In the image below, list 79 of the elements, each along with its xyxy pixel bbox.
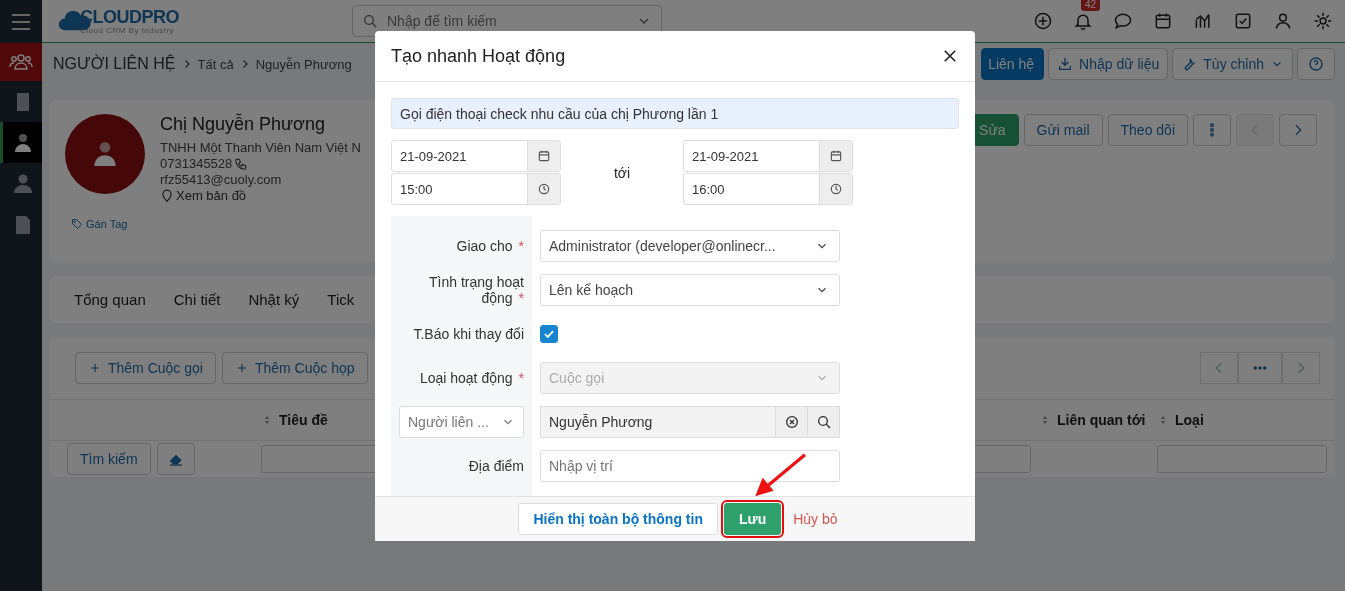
user-icon[interactable] xyxy=(1273,11,1293,31)
help-icon xyxy=(1308,56,1324,72)
save-button[interactable]: Lưu xyxy=(723,503,782,535)
notification-badge: 42 xyxy=(1081,0,1101,11)
email-address: rfz55413@cuoly.com xyxy=(160,172,283,187)
required-mark: * xyxy=(518,290,524,306)
calendar-icon xyxy=(829,149,843,163)
tab[interactable]: Chi tiết xyxy=(163,276,231,323)
calendar-icon xyxy=(537,149,551,163)
tab[interactable]: Tổng quan xyxy=(64,276,156,323)
field-label: Địa điểm xyxy=(468,458,524,474)
field-label: Tình trạng hoạt động * xyxy=(428,274,524,306)
dialog-title: Tạo nhanh Hoạt động xyxy=(391,45,566,67)
map-pin-icon xyxy=(160,188,174,203)
column-header[interactable]: Liên quan tới xyxy=(1057,412,1146,428)
field-label: T.Báo khi thay đổi xyxy=(413,326,524,342)
import-button[interactable]: Nhập dữ liệu xyxy=(1048,48,1169,80)
breadcrumb-link[interactable]: NGƯỜI LIÊN HỆ xyxy=(53,55,176,73)
select-field[interactable]: Lên kế hoạch xyxy=(540,274,840,306)
breadcrumb-link[interactable]: Nguyễn Phương xyxy=(255,56,352,72)
add-button[interactable]: Thêm Cuộc họp xyxy=(221,352,368,384)
cancel-link[interactable]: Hủy bỏ xyxy=(793,511,838,527)
date-field[interactable]: 21-09-2021 xyxy=(391,140,561,172)
module-select[interactable]: Người liên ... xyxy=(399,406,524,438)
filter-input[interactable] xyxy=(1157,445,1327,473)
time-field[interactable]: 16:00 xyxy=(683,173,853,205)
annotation-arrow xyxy=(753,452,809,498)
action-button[interactable]: Gửi mail xyxy=(1023,114,1103,146)
more-options-button[interactable] xyxy=(1193,114,1231,146)
tag-link[interactable]: Gán Tag xyxy=(71,218,361,230)
help-button[interactable] xyxy=(1297,48,1335,80)
column-header[interactable]: Loại xyxy=(1175,412,1204,428)
map-link[interactable]: Xem bản đồ xyxy=(160,188,361,203)
required-mark: * xyxy=(518,238,524,254)
close-icon[interactable] xyxy=(941,47,959,65)
field-label: Giao cho * xyxy=(456,238,524,254)
add-icon[interactable] xyxy=(1033,11,1053,31)
sidebar-item[interactable] xyxy=(0,122,42,163)
contact-name: Chị Nguyễn Phương xyxy=(160,114,326,135)
plus-icon xyxy=(88,361,102,375)
download-icon xyxy=(1057,56,1074,72)
breadcrumb-link[interactable]: Tất cả xyxy=(197,56,234,72)
search-button[interactable] xyxy=(808,406,840,438)
subject-input[interactable]: Gọi điện thoại check nhu cầu của chị Phương lần 1 xyxy=(391,98,959,129)
phone-number: 0731345528 xyxy=(160,156,233,171)
clear-filter-button[interactable] xyxy=(156,443,195,475)
date-field[interactable]: 21-09-2021 xyxy=(683,140,853,172)
module-button[interactable] xyxy=(0,43,42,81)
add-button[interactable]: Thêm Cuộc gọi xyxy=(75,352,216,384)
search-icon xyxy=(815,414,832,430)
search-icon xyxy=(362,13,378,29)
calendar-icon[interactable] xyxy=(1153,11,1173,31)
location-input[interactable]: Nhập vị trí xyxy=(540,450,840,482)
logo-text: CLOUDPRO xyxy=(80,7,179,26)
checkbox[interactable] xyxy=(540,324,558,343)
related-record-field[interactable]: Nguyễn Phương xyxy=(540,406,776,438)
chart-icon[interactable] xyxy=(1193,11,1213,31)
tag-icon xyxy=(71,218,83,230)
add-contact-button[interactable]: Liên hệ xyxy=(981,48,1045,80)
clear-button[interactable] xyxy=(776,406,808,438)
customize-dropdown[interactable]: Tùy chỉnh xyxy=(1172,48,1293,80)
tab[interactable]: Tick xyxy=(317,276,365,323)
search-button[interactable]: Tìm kiếm xyxy=(67,443,151,475)
required-mark: * xyxy=(518,370,524,386)
tab[interactable]: Nhật ký xyxy=(238,276,310,323)
time-field[interactable]: 15:00 xyxy=(391,173,561,205)
task-checkbox-icon[interactable] xyxy=(1233,11,1253,31)
field-label: Loại hoạt động * xyxy=(419,370,524,386)
select-field[interactable]: Administrator (developer@onlinecr... xyxy=(540,230,840,262)
action-button[interactable]: Theo dõi xyxy=(1107,114,1188,146)
chat-bubble-icon[interactable] xyxy=(1113,11,1133,31)
column-header[interactable]: Tiêu đề xyxy=(279,412,328,428)
clock-icon xyxy=(537,182,551,196)
to-label: tới xyxy=(612,164,632,181)
clear-icon xyxy=(783,414,800,430)
show-full-form-button[interactable]: Hiển thị toàn bộ thông tin xyxy=(518,503,718,535)
phone-icon[interactable] xyxy=(234,156,249,171)
clock-icon xyxy=(829,182,843,196)
company-name: TNHH Một Thanh Viên Nam Việt N xyxy=(160,140,361,155)
